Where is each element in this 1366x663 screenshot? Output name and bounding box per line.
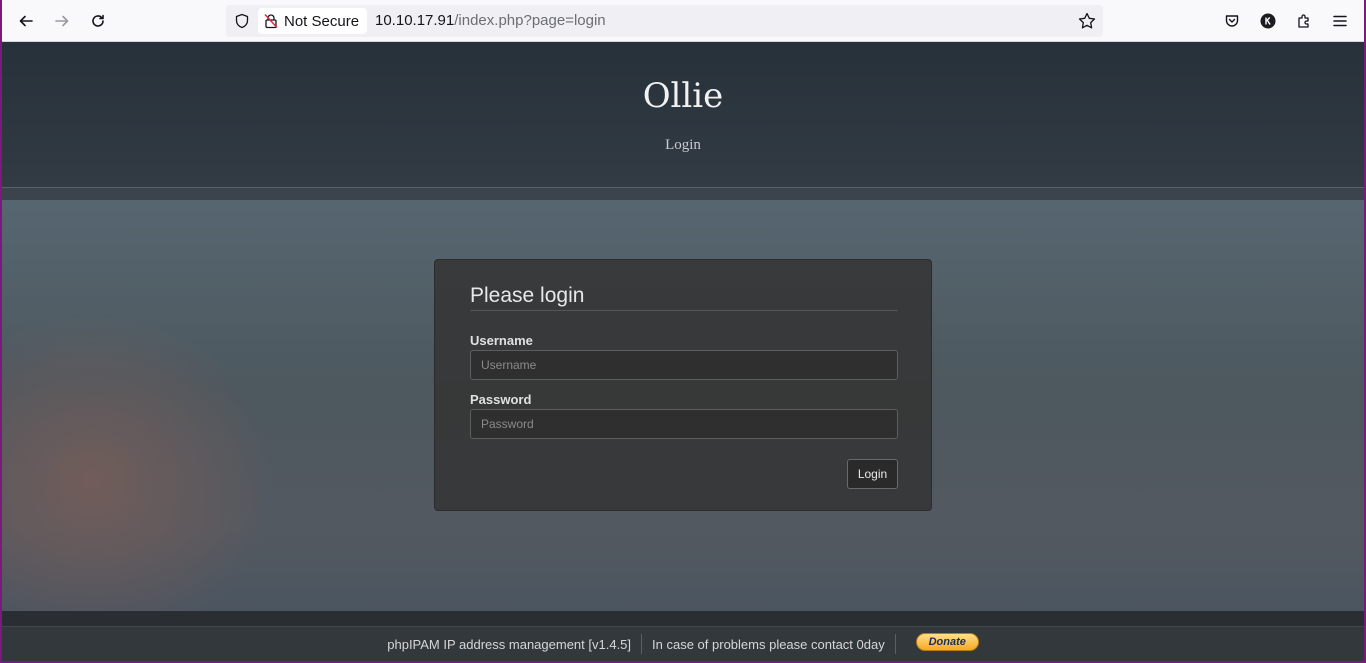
login-button[interactable]: Login: [847, 459, 898, 489]
forward-button[interactable]: [48, 7, 76, 35]
reload-icon: [92, 14, 104, 27]
header-divider: [2, 188, 1364, 200]
pocket-icon: [1225, 15, 1239, 27]
extensions-button[interactable]: [1290, 7, 1318, 35]
login-title: Please login: [470, 284, 585, 307]
login-form: Please login Username Password Login: [434, 259, 932, 511]
reload-button[interactable]: [84, 7, 112, 35]
account-avatar-icon: [1260, 13, 1276, 29]
address-bar[interactable]: Not Secure 10.10.17.91/index.php?page=lo…: [226, 5, 1103, 37]
footer-separator: [894, 634, 896, 654]
page-subtitle: Login: [665, 137, 701, 153]
password-label: Password: [470, 392, 532, 407]
browser-toolbar: Not Secure 10.10.17.91/index.php?page=lo…: [2, 0, 1364, 42]
security-label: Not Secure: [284, 12, 360, 30]
shield-icon[interactable]: [234, 13, 250, 29]
username-input[interactable]: [470, 350, 898, 380]
url-path: /index.php?page=login: [454, 12, 606, 29]
menu-button[interactable]: [1326, 7, 1354, 35]
login-area: Please login Username Password Login: [2, 200, 1364, 611]
donate-button[interactable]: Donate: [915, 633, 979, 651]
insecure-lock-icon: [264, 13, 278, 29]
login-title-divider: [470, 310, 898, 311]
bookmark-star-icon[interactable]: [1077, 11, 1097, 31]
footer-separator: [641, 634, 643, 654]
footer-contact-text[interactable]: In case of problems please contact 0day: [652, 637, 885, 652]
back-button[interactable]: [12, 7, 40, 35]
page-footer: phpIPAM IP address management [v1.4.5] I…: [2, 627, 1364, 661]
site-title: Ollie: [642, 76, 724, 116]
username-label: Username: [470, 333, 533, 348]
arrow-left-icon: [19, 15, 33, 27]
site-header: Ollie Login: [2, 42, 1364, 188]
page-body: Ollie Login Please login Username Passwo…: [2, 42, 1364, 661]
footer-divider: [2, 611, 1364, 627]
footer-app-text: phpIPAM IP address management [v1.4.5]: [387, 636, 632, 652]
pocket-button[interactable]: [1218, 7, 1246, 35]
hamburger-menu-icon: [1333, 15, 1347, 27]
url-host: 10.10.17.91: [375, 12, 455, 29]
account-button[interactable]: [1254, 7, 1282, 35]
url-text[interactable]: 10.10.17.91/index.php?page=login: [375, 12, 606, 29]
security-indicator[interactable]: Not Secure: [258, 8, 368, 34]
arrow-right-icon: [55, 15, 69, 27]
puzzle-icon: [1298, 14, 1309, 28]
password-input[interactable]: [470, 409, 898, 439]
browser-window: Not Secure 10.10.17.91/index.php?page=lo…: [2, 0, 1364, 661]
